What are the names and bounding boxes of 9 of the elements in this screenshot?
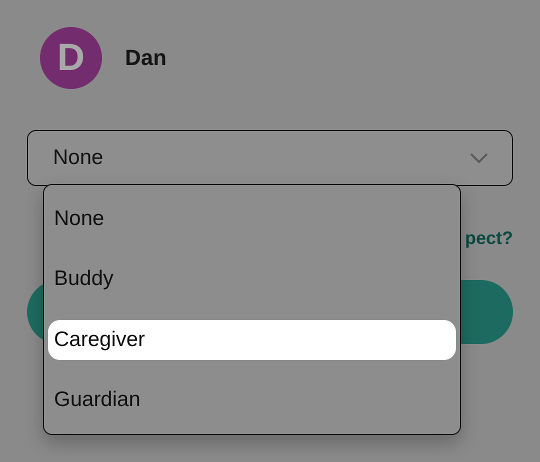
- chevron-down-icon: [470, 152, 488, 164]
- help-link[interactable]: pect?: [464, 228, 513, 249]
- menu-option[interactable]: Buddy: [48, 259, 456, 300]
- avatar: D: [40, 27, 102, 89]
- user-name: Dan: [125, 45, 167, 71]
- menu-option[interactable]: Caregiver: [48, 320, 456, 360]
- menu-option[interactable]: None: [48, 199, 456, 240]
- menu-option[interactable]: Guardian: [48, 380, 456, 420]
- role-select[interactable]: None: [27, 130, 513, 186]
